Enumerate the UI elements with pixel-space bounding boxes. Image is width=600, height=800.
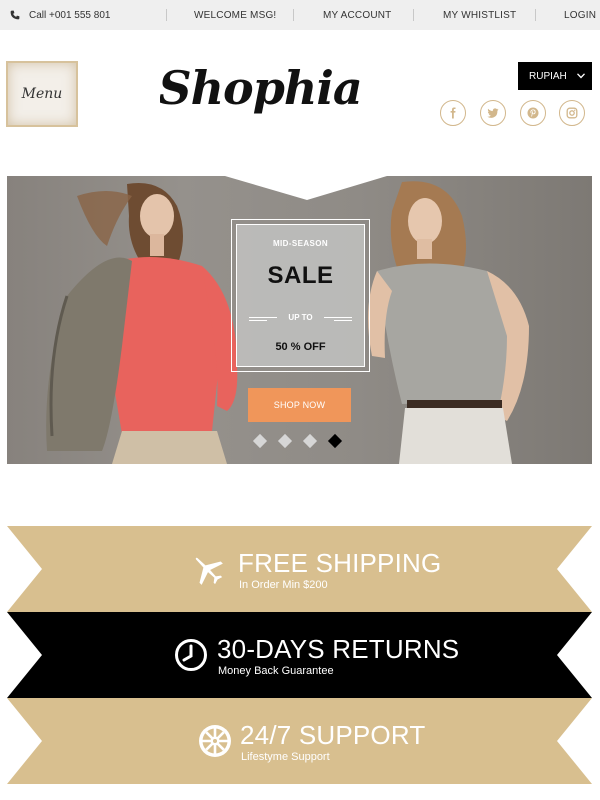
facebook-link[interactable] xyxy=(440,100,466,126)
chevron-down-icon xyxy=(576,73,585,79)
promo-discount: 50 % OFF xyxy=(275,341,326,353)
logo-text: Shophia xyxy=(160,61,360,115)
promo-panel: MID-SEASON SALE UP TO 50 % OFF xyxy=(236,224,365,367)
hero-notch xyxy=(225,176,387,200)
clock-icon xyxy=(175,639,207,671)
feature-subtitle: Lifestyme Support xyxy=(241,751,330,763)
feature-subtitle: Money Back Guarantee xyxy=(218,665,334,677)
my-wishlist-link[interactable]: MY WHISTLIST xyxy=(443,0,516,30)
promo-divider-right-short xyxy=(334,320,352,321)
promo-eyebrow: MID-SEASON xyxy=(272,239,329,248)
hero-slider[interactable]: MID-SEASON SALE UP TO 50 % OFF SHOP NOW xyxy=(7,176,592,464)
menu-button[interactable]: Menu xyxy=(6,61,78,127)
support-ribbon: 24/7 SUPPORT Lifestyme Support xyxy=(7,698,592,784)
instagram-icon xyxy=(566,107,578,119)
top-bar: Call +001 555 801 WELCOME MSG! MY ACCOUN… xyxy=(0,0,600,30)
login-link[interactable]: LOGIN xyxy=(564,0,596,30)
feature-subtitle: In Order Min $200 xyxy=(239,579,328,591)
shop-now-button[interactable]: SHOP NOW xyxy=(248,388,351,422)
phone-text: Call +001 555 801 xyxy=(29,9,111,21)
welcome-link[interactable]: WELCOME MSG! xyxy=(194,0,276,30)
left-model-figure xyxy=(46,182,238,464)
returns-ribbon: 30-DAYS RETURNS Money Back Guarantee xyxy=(7,612,592,698)
free-shipping-ribbon: FREE SHIPPING In Order Min $200 xyxy=(7,526,592,612)
my-account-link[interactable]: MY ACCOUNT xyxy=(323,0,392,30)
support-emblem-icon xyxy=(199,725,231,757)
pinterest-link[interactable] xyxy=(520,100,546,126)
twitter-icon xyxy=(487,108,499,118)
facebook-icon xyxy=(450,107,456,119)
airplane-icon xyxy=(195,557,223,585)
promo-box: MID-SEASON SALE UP TO 50 % OFF xyxy=(231,219,370,372)
feature-title: 30-DAYS RETURNS xyxy=(217,634,460,664)
promo-divider-right xyxy=(324,317,352,318)
currency-label: RUPIAH xyxy=(529,70,567,82)
feature-title: FREE SHIPPING xyxy=(238,548,442,578)
twitter-link[interactable] xyxy=(480,100,506,126)
pinterest-icon xyxy=(527,107,539,119)
right-model-figure xyxy=(368,181,529,464)
instagram-link[interactable] xyxy=(559,100,585,126)
phone-contact[interactable]: Call +001 555 801 xyxy=(10,0,110,30)
phone-icon xyxy=(10,10,20,20)
feature-title: 24/7 SUPPORT xyxy=(240,720,426,750)
promo-title: SALE xyxy=(267,262,334,289)
shophia-logo[interactable]: Shophia xyxy=(160,52,360,132)
currency-selector[interactable]: RUPIAH xyxy=(518,62,592,90)
